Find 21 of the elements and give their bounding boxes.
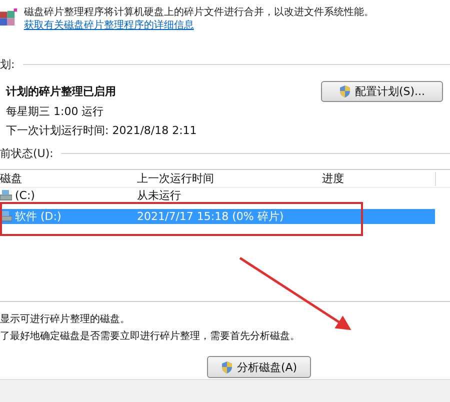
schedule-status: 计划的碎片整理已启用 <box>6 84 116 98</box>
hint-text: 显示可进行碎片整理的磁盘。 <box>0 312 131 327</box>
column-header[interactable]: 进度 <box>322 171 435 186</box>
hint-text: 了最好地确定磁盘是否需要立即进行碎片整理，需要首先分析磁盘。 <box>0 330 301 344</box>
disk-name[interactable]: (C:) <box>0 188 137 203</box>
last-run-cell: 2021/7/17 15:18 (0% 碎片) <box>137 209 322 224</box>
schedule-run-time: 每星期三 1:00 运行 <box>6 104 105 120</box>
shield-icon <box>220 360 233 374</box>
next-run-time: 下一次计划运行时间: 2021/8/18 2:11 <box>6 123 198 139</box>
column-header[interactable]: 磁盘 <box>0 171 137 186</box>
section-heading: 前状态(U): <box>0 146 54 160</box>
drive-icon <box>0 211 12 222</box>
drive-icon <box>0 190 12 201</box>
description-text: 磁盘碎片整理程序将计算机硬盘上的碎片文件进行合并，以改进文件系统性能。 获取有关磁盘碎片整理程序的详细信息 <box>24 6 375 32</box>
analyze-disk-button[interactable]: 分析磁盘(A) <box>207 356 311 378</box>
last-run-cell-text: 从未运行 <box>137 188 182 203</box>
details-link[interactable]: 获取有关磁盘碎片整理程序的详细信息 <box>24 19 194 32</box>
configure-schedule-button[interactable]: 配置计划(S)... <box>321 80 443 102</box>
section-heading: 划: <box>0 56 15 72</box>
shield-icon <box>338 84 351 98</box>
column-header[interactable]: 上一次运行时间 <box>137 171 322 186</box>
